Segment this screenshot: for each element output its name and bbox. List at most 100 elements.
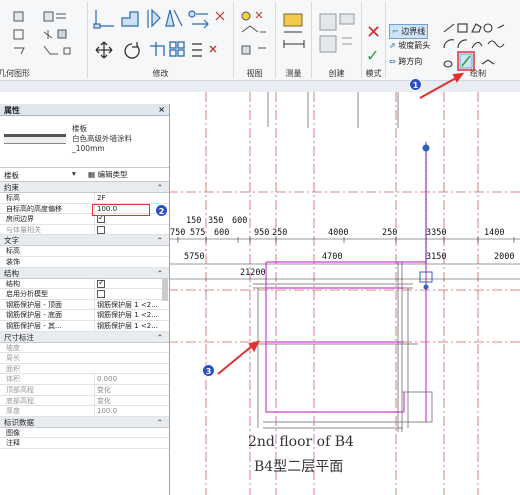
property-row: 底部高程 变化 xyxy=(0,395,169,407)
properties-palette: 属性 × 楼板 白色高级外墙涂料 _100mm 楼板 ▾ ▦ 编辑类型 约束 ⌃ 标… xyxy=(0,104,170,495)
slope-arrow-icon: ⇗ xyxy=(389,41,399,50)
drawing-canvas[interactable]: 150 350 600 750 575 600 950 250 4000 250… xyxy=(168,92,520,495)
property-label: 房间边界 xyxy=(6,215,34,224)
ribbon-group-mode: ✕ ✓ 模式 xyxy=(362,2,386,78)
dim-text: 2000 xyxy=(494,252,515,262)
property-label: 周长 xyxy=(6,354,20,363)
property-checkbox[interactable] xyxy=(97,225,105,234)
type-family: 楼板 xyxy=(72,124,87,133)
property-label: 钢筋保护层 - 顶面 xyxy=(6,300,62,309)
dim-text: 250 xyxy=(382,228,398,238)
height-offset-highlight xyxy=(92,204,150,216)
property-value[interactable]: 钢筋保护层 1 <2... xyxy=(94,310,160,321)
property-section-header[interactable]: 尺寸标注 ⌃ xyxy=(0,331,169,343)
finish-edit-mode-button[interactable]: ✓ xyxy=(366,46,379,65)
property-label: 厚度 xyxy=(6,407,20,416)
property-label: 钢筋保护层 - 其... xyxy=(6,321,62,330)
section-title: 文字 xyxy=(4,236,19,246)
dim-text: 950 xyxy=(254,228,270,238)
property-label: 结构 xyxy=(6,279,20,288)
ribbon-panel-strip xyxy=(0,80,520,92)
property-label: 坡度 xyxy=(6,343,20,352)
group-label-view: 视图 xyxy=(246,69,263,78)
property-section-header[interactable]: 标识数据 ⌃ xyxy=(0,416,169,428)
property-value xyxy=(94,278,160,289)
property-row: 面积 xyxy=(0,364,169,375)
group-label-draw: 绘制 xyxy=(470,69,486,78)
property-section-header[interactable]: 文字 ⌃ xyxy=(0,235,169,247)
section-title: 约束 xyxy=(4,183,19,192)
slope-arrow-label: 坡度箭头 xyxy=(398,41,431,50)
view-tools-icon[interactable] xyxy=(238,8,274,68)
property-label: 体积 xyxy=(6,375,20,384)
ribbon-group-create: 创建 xyxy=(312,2,362,78)
property-row: 图像 xyxy=(0,428,169,439)
collapse-chevron-icon[interactable]: ⌃ xyxy=(157,332,163,343)
dim-text: 250 xyxy=(272,228,288,238)
span-direction-label: 跨方向 xyxy=(398,57,423,66)
property-value[interactable]: 100.0 xyxy=(94,406,160,417)
group-label-create: 创建 xyxy=(328,69,345,78)
property-value[interactable]: 变化 xyxy=(94,395,160,406)
property-row: 注释 xyxy=(0,438,169,449)
span-direction-button[interactable]: ⇔ 跨方向 xyxy=(389,56,422,67)
property-value[interactable]: 钢筋保护层 1 <2... xyxy=(94,299,160,310)
collapse-chevron-icon[interactable]: ⌃ xyxy=(157,268,163,279)
modify-tools-icon[interactable] xyxy=(92,6,232,70)
create-component-icon[interactable] xyxy=(316,10,360,66)
instance-filter-row: 楼板 ▾ ▦ 编辑类型 xyxy=(0,168,169,182)
chevron-down-icon[interactable]: ▾ xyxy=(72,169,76,178)
section-title: 尺寸标注 xyxy=(4,332,34,342)
property-row: 周长 xyxy=(0,353,169,364)
measure-icon[interactable] xyxy=(280,12,310,62)
collapse-chevron-icon[interactable]: ⌃ xyxy=(157,235,163,246)
dim-text: 150 xyxy=(186,216,202,226)
annotation-badge-3: 3 xyxy=(202,364,215,377)
edit-type-label: 编辑类型 xyxy=(97,170,128,179)
property-label: 钢筋保护层 - 底面 xyxy=(6,311,62,320)
property-value[interactable]: 0.000 xyxy=(94,374,160,385)
cancel-edit-mode-button[interactable]: ✕ xyxy=(366,22,381,43)
collapse-chevron-icon[interactable]: ⌃ xyxy=(157,417,163,428)
ribbon-group-view: 视图 xyxy=(234,2,276,78)
property-section-header[interactable]: 约束 ⌃ xyxy=(0,182,169,193)
dim-text: 4700 xyxy=(322,252,343,262)
draw-tools-icon[interactable] xyxy=(442,22,518,74)
property-row: 坡度 xyxy=(0,343,169,354)
properties-header: 属性 × xyxy=(0,104,169,116)
properties-scrollbar[interactable] xyxy=(162,279,168,301)
type-selector-preview[interactable]: 楼板 白色高级外墙涂料 _100mm xyxy=(0,116,169,168)
property-section-header[interactable]: 结构 ⌃ xyxy=(0,267,169,279)
property-row: 结构 xyxy=(0,278,169,290)
property-value[interactable]: 变化 xyxy=(94,384,160,395)
dim-text: 1400 xyxy=(484,228,505,238)
property-row: 体积 0.000 xyxy=(0,374,169,385)
close-icon[interactable]: × xyxy=(158,105,165,114)
floor-type-swatch-icon xyxy=(4,134,66,144)
property-checkbox[interactable] xyxy=(97,214,105,224)
property-label: 面积 xyxy=(6,364,20,373)
instance-filter-select[interactable]: 楼板 xyxy=(4,171,19,180)
property-checkbox[interactable] xyxy=(97,290,105,299)
property-value[interactable]: 钢筋保护层 1 <2... xyxy=(94,320,160,331)
annotation-badge-2: 2 xyxy=(155,204,168,217)
property-label: 与体量相关 xyxy=(6,225,41,234)
boundary-line-label: 边界线 xyxy=(401,27,426,36)
boundary-line-button[interactable]: ⌐ 边界线 xyxy=(389,24,429,39)
slope-arrow-button[interactable]: ⇗ 坡度箭头 xyxy=(389,40,430,51)
ribbon-group-measure: 测量 xyxy=(276,2,312,78)
property-value xyxy=(94,289,160,300)
group-label-measure: 测量 xyxy=(285,69,302,78)
ribbon-group-geometry: 几何图形 xyxy=(0,2,88,78)
dim-text: 3350 xyxy=(426,228,447,238)
property-label: 装饰 xyxy=(6,257,20,266)
geometry-tools-icon[interactable] xyxy=(4,8,84,68)
property-value[interactable]: 2F xyxy=(94,193,160,203)
group-label-modify: 修改 xyxy=(152,69,169,78)
property-row: 钢筋保护层 - 顶面 钢筋保护层 1 <2... xyxy=(0,299,169,311)
property-row: 钢筋保护层 - 底面 钢筋保护层 1 <2... xyxy=(0,310,169,321)
edit-type-button[interactable]: ▦ 编辑类型 xyxy=(88,169,127,180)
collapse-chevron-icon[interactable]: ⌃ xyxy=(157,182,163,193)
property-checkbox[interactable] xyxy=(97,279,105,288)
property-row: 标高 2F xyxy=(0,193,169,204)
